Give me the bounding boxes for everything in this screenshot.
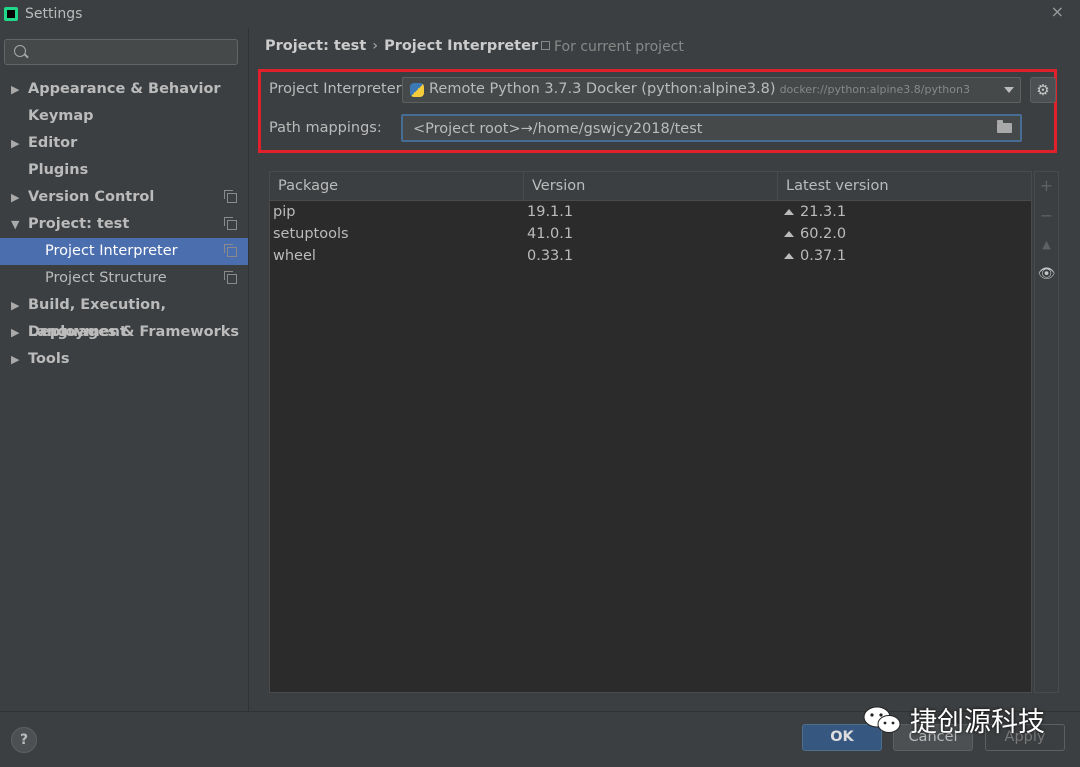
column-header-package[interactable]: Package — [270, 172, 524, 200]
packages-table: Package Version Latest version pip 19.1.… — [269, 171, 1032, 693]
breadcrumb-current: Project Interpreter — [384, 38, 539, 54]
upgrade-package-icon[interactable]: ▲ — [1035, 238, 1058, 251]
upgrade-available-icon — [784, 253, 794, 259]
settings-search[interactable] — [4, 39, 238, 65]
sidebar-item-label: Editor — [28, 135, 78, 151]
search-icon — [14, 45, 26, 57]
python-icon — [410, 83, 424, 97]
sidebar-item-label: Project: test — [28, 216, 130, 232]
close-icon[interactable]: × — [1051, 2, 1064, 21]
help-button[interactable]: ? — [11, 727, 37, 753]
settings-sidebar: ▶ Appearance & Behavior Keymap ▶ Editor … — [0, 28, 249, 711]
add-package-icon[interactable]: + — [1035, 176, 1058, 195]
watermark-text: 捷创源科技 — [910, 707, 1045, 738]
wechat-logo-icon — [863, 706, 901, 733]
expand-arrow-icon[interactable]: ▶ — [11, 319, 19, 346]
expand-arrow-icon[interactable]: ▶ — [11, 76, 19, 103]
package-version: 19.1.1 — [527, 204, 574, 220]
path-mappings-label: Path mappings: — [269, 120, 382, 136]
expand-arrow-icon[interactable]: ▶ — [11, 292, 19, 319]
interpreter-value: Remote Python 3.7.3 Docker (python:alpin… — [429, 81, 970, 97]
expand-arrow-icon[interactable]: ▶ — [11, 130, 19, 157]
project-scope-icon — [541, 41, 550, 50]
for-current-project-label: For current project — [554, 39, 684, 55]
settings-content: Project: test › Project Interpreter For cu… — [249, 28, 1080, 711]
project-scope-icon — [224, 217, 237, 230]
project-scope-icon — [224, 190, 237, 203]
latest-version-text: 0.37.1 — [800, 248, 847, 264]
package-name: setuptools — [273, 226, 349, 242]
breadcrumb-separator: › — [372, 38, 379, 54]
table-row[interactable]: wheel 0.33.1 0.37.1 — [270, 245, 1031, 267]
sidebar-item-label: Appearance & Behavior — [28, 81, 221, 97]
package-name: wheel — [273, 248, 316, 264]
package-latest-version: 0.37.1 — [784, 245, 846, 267]
expand-arrow-icon[interactable]: ▶ — [11, 346, 19, 373]
pycharm-app-icon — [4, 7, 18, 21]
project-scope-icon — [224, 244, 237, 257]
latest-version-text: 21.3.1 — [800, 204, 847, 220]
sidebar-item-version-control[interactable]: ▶ Version Control — [0, 184, 248, 211]
window-title: Settings — [25, 6, 83, 22]
eye-icon[interactable]: 👁 — [1035, 266, 1058, 282]
breadcrumb: Project: test › Project Interpreter — [265, 38, 538, 54]
column-header-version[interactable]: Version — [524, 172, 778, 200]
package-version: 41.0.1 — [527, 226, 574, 242]
folder-open-icon[interactable] — [997, 120, 1012, 133]
project-scope-icon — [224, 271, 237, 284]
sidebar-item-keymap[interactable]: Keymap — [0, 103, 248, 130]
sidebar-item-plugins[interactable]: Plugins — [0, 157, 248, 184]
path-mappings-input[interactable] — [411, 118, 985, 140]
sidebar-item-label: Project Structure — [45, 270, 167, 286]
gear-icon: ⚙ — [1036, 81, 1050, 99]
expand-arrow-icon[interactable]: ▶ — [11, 184, 19, 211]
sidebar-item-project-test[interactable]: ▼ Project: test — [0, 211, 248, 238]
title-bar: Settings × — [0, 0, 1080, 28]
interpreter-name: Remote Python 3.7.3 Docker (python:alpin… — [429, 81, 776, 97]
interpreter-label: Project Interpreter: — [269, 81, 407, 97]
package-version: 0.33.1 — [527, 248, 574, 264]
sidebar-item-project-structure[interactable]: Project Structure — [0, 265, 248, 292]
sidebar-item-label: Keymap — [28, 108, 94, 124]
upgrade-available-icon — [784, 231, 794, 237]
table-row[interactable]: pip 19.1.1 21.3.1 — [270, 201, 1031, 223]
sidebar-item-build-execution-deployment[interactable]: ▶ Build, Execution, Deployment — [0, 292, 248, 340]
interpreter-settings-button[interactable]: ⚙ — [1030, 77, 1056, 103]
remove-package-icon[interactable]: − — [1035, 206, 1058, 225]
sidebar-item-editor[interactable]: ▶ Editor — [0, 130, 248, 157]
sidebar-item-label: Version Control — [28, 189, 155, 205]
sidebar-item-label: Plugins — [28, 162, 89, 178]
sidebar-item-label: Project Interpreter — [45, 243, 178, 259]
chevron-down-icon[interactable] — [1004, 87, 1014, 93]
settings-tree: ▶ Appearance & Behavior Keymap ▶ Editor … — [0, 76, 248, 373]
collapse-arrow-icon[interactable]: ▼ — [11, 211, 19, 238]
package-name: pip — [273, 204, 296, 220]
sidebar-item-project-interpreter[interactable]: Project Interpreter — [0, 238, 248, 265]
interpreter-combobox[interactable]: Remote Python 3.7.3 Docker (python:alpin… — [402, 77, 1021, 103]
search-input[interactable] — [31, 42, 235, 64]
table-header: Package Version Latest version — [270, 172, 1031, 201]
sidebar-item-appearance-behavior[interactable]: ▶ Appearance & Behavior — [0, 76, 248, 103]
for-current-project-note: For current project — [541, 39, 684, 55]
sidebar-item-languages-frameworks[interactable]: ▶ Languages & Frameworks — [0, 319, 248, 346]
sidebar-item-label: Tools — [28, 351, 70, 367]
package-latest-version: 21.3.1 — [784, 201, 846, 223]
interpreter-path: docker://python:alpine3.8/python3 — [779, 83, 970, 96]
upgrade-available-icon — [784, 209, 794, 215]
latest-version-text: 60.2.0 — [800, 226, 847, 242]
package-latest-version: 60.2.0 — [784, 223, 846, 245]
sidebar-item-tools[interactable]: ▶ Tools — [0, 346, 248, 373]
sidebar-item-label: Languages & Frameworks — [28, 324, 240, 340]
breadcrumb-parent: Project: test — [265, 38, 367, 54]
table-row[interactable]: setuptools 41.0.1 60.2.0 — [270, 223, 1031, 245]
column-header-latest-version[interactable]: Latest version — [778, 172, 1031, 200]
path-mappings-field[interactable] — [401, 114, 1022, 142]
package-toolbar: + − ▲ 👁 — [1034, 171, 1059, 693]
